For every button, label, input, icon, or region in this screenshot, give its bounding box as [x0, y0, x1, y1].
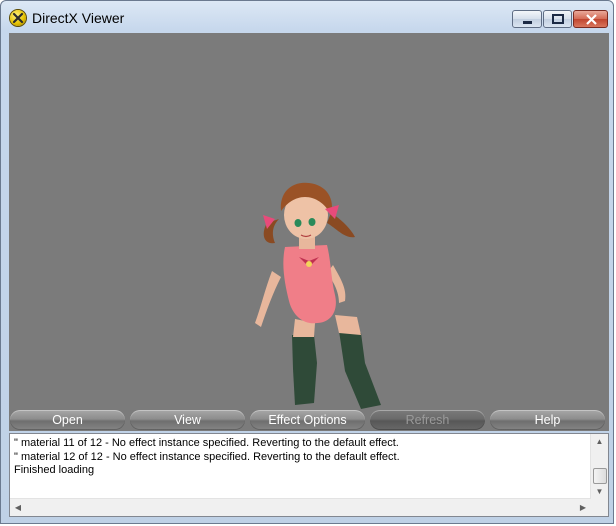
render-viewport[interactable] [9, 33, 609, 431]
log-line: " material 12 of 12 - No effect instance… [14, 450, 400, 463]
effect-options-button[interactable]: Effect Options [250, 410, 365, 430]
help-button[interactable]: Help [490, 410, 605, 430]
scroll-down-arrow-icon[interactable]: ▼ [591, 484, 608, 500]
scrollbar-corner [591, 499, 608, 516]
window-title: DirectX Viewer [32, 10, 125, 26]
log-text: " material 11 of 12 - No effect instance… [14, 437, 400, 478]
scroll-left-arrow-icon[interactable]: ◀ [10, 499, 26, 516]
maximize-button[interactable] [543, 10, 572, 28]
refresh-button[interactable]: Refresh [370, 410, 485, 430]
scroll-up-arrow-icon[interactable]: ▲ [591, 434, 608, 450]
command-bar: Open View Effect Options Refresh Help [9, 409, 609, 431]
log-line: " material 11 of 12 - No effect instance… [14, 437, 399, 449]
close-button[interactable] [573, 10, 608, 28]
directx-logo-icon[interactable] [10, 10, 26, 26]
scroll-right-arrow-icon[interactable]: ▶ [575, 499, 591, 516]
log-output[interactable]: " material 11 of 12 - No effect instance… [9, 433, 609, 517]
character-model [255, 182, 381, 409]
vertical-scrollbar[interactable]: ▲ ▼ [590, 434, 608, 500]
horizontal-scrollbar[interactable]: ◀ ▶ [10, 498, 591, 516]
minimize-button[interactable] [512, 10, 542, 28]
title-bar[interactable]: DirectX Viewer [1, 1, 613, 33]
app-window: DirectX Viewer Open View Effect Options … [0, 0, 614, 524]
view-button[interactable]: View [130, 410, 245, 430]
log-line: Finished loading [14, 464, 95, 476]
open-button[interactable]: Open [10, 410, 125, 430]
scrollbar-thumb[interactable] [593, 468, 607, 484]
